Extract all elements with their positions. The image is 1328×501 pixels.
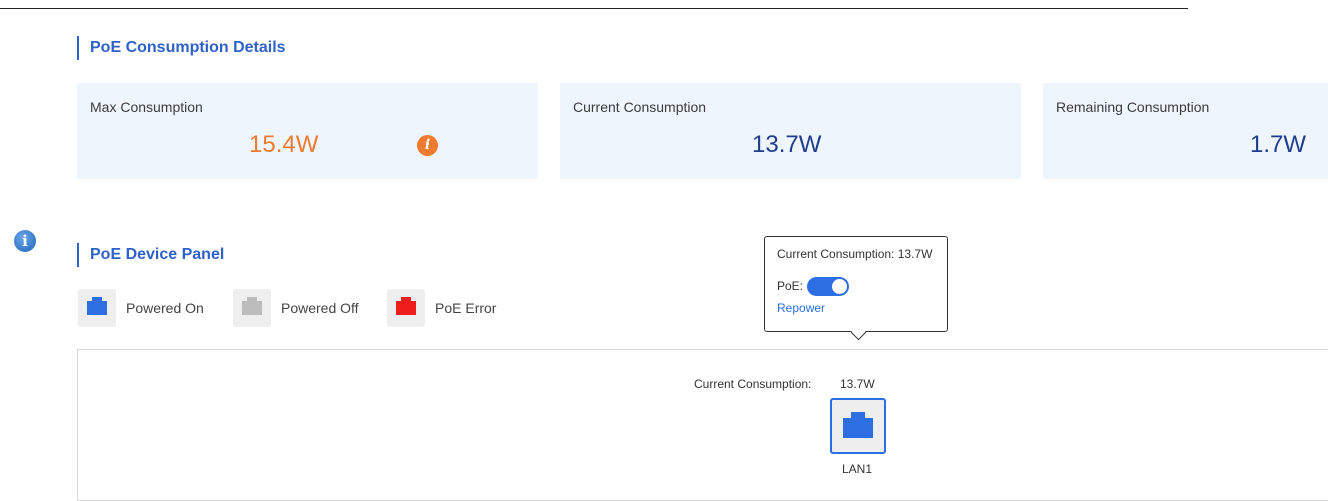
- tooltip-arrow: [850, 324, 867, 341]
- ethernet-port-icon: [396, 297, 416, 315]
- port-consumption-label: Current Consumption:: [694, 377, 812, 391]
- tooltip-consumption: Current Consumption: 13.7W: [777, 247, 933, 261]
- remaining-consumption-label: Remaining Consumption: [1056, 99, 1210, 115]
- top-divider: [0, 8, 1188, 9]
- remaining-consumption-card: Remaining Consumption 1.7W: [1043, 83, 1328, 179]
- ethernet-port-icon: [843, 412, 873, 438]
- port-lan1[interactable]: [830, 398, 886, 454]
- legend-poe-error-label: PoE Error: [435, 300, 497, 316]
- max-consumption-value: 15.4W: [249, 131, 319, 158]
- port-consumption-value: 13.7W: [840, 377, 875, 391]
- ethernet-port-icon: [87, 297, 107, 315]
- legend-powered-on-label: Powered On: [126, 300, 204, 316]
- port-tooltip: Current Consumption: 13.7W PoE: Repower: [764, 236, 948, 341]
- remaining-consumption-value: 1.7W: [1249, 131, 1306, 158]
- ethernet-port-icon: [242, 297, 262, 315]
- tooltip-poe-label: PoE:: [777, 279, 804, 293]
- max-consumption-card: Max Consumption 15.4W i: [77, 83, 538, 179]
- port-name-label: LAN1: [842, 462, 873, 476]
- max-consumption-label: Max Consumption: [90, 99, 203, 115]
- repower-link[interactable]: Repower: [777, 301, 825, 315]
- info-warning-icon[interactable]: i: [417, 135, 438, 156]
- legend-powered-off-swatch: [233, 289, 271, 327]
- poe-toggle[interactable]: [807, 277, 849, 296]
- toggle-knob: [832, 279, 847, 294]
- legend-poe-error-swatch: [387, 289, 425, 327]
- consumption-details-title: PoE Consumption Details: [77, 36, 286, 60]
- current-consumption-value: 13.7W: [752, 131, 822, 158]
- info-icon[interactable]: i: [14, 230, 36, 252]
- current-consumption-card: Current Consumption 13.7W: [560, 83, 1021, 179]
- legend-powered-on-swatch: [78, 289, 116, 327]
- legend-powered-off-label: Powered Off: [281, 300, 359, 316]
- device-panel-title: PoE Device Panel: [77, 243, 224, 267]
- current-consumption-label: Current Consumption: [573, 99, 707, 115]
- device-panel-box: [77, 349, 1328, 501]
